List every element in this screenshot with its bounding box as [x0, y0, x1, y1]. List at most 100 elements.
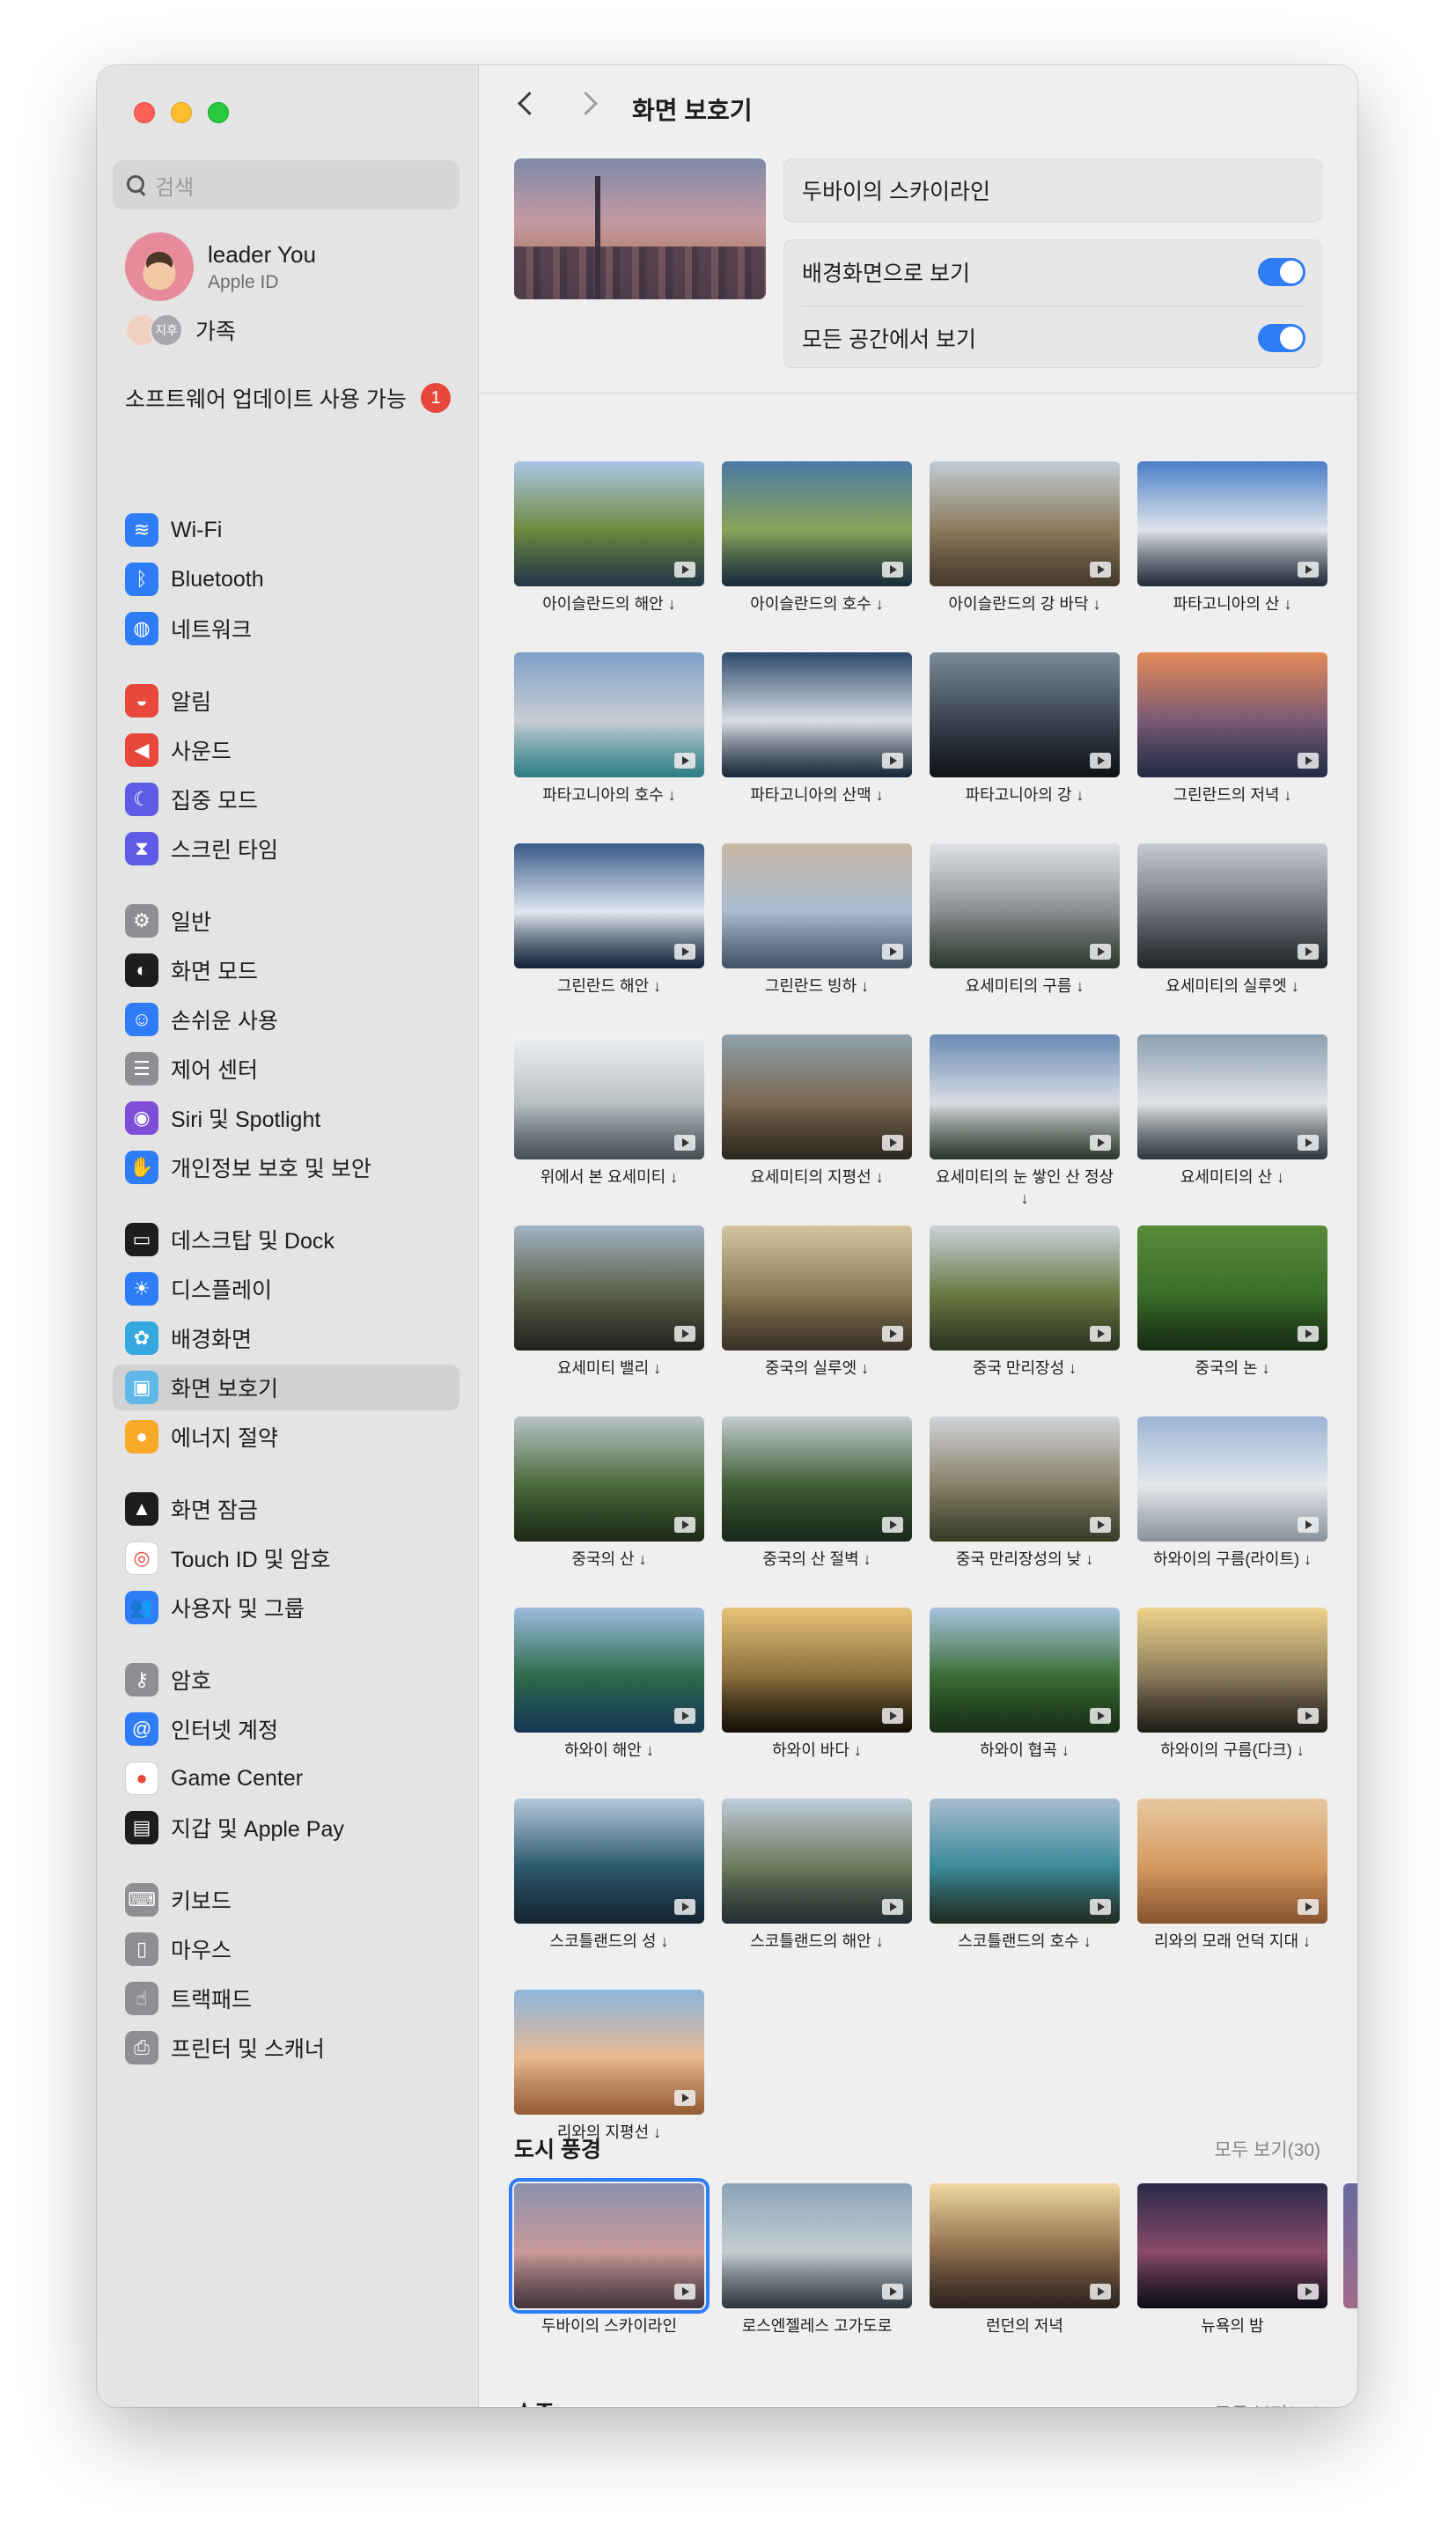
screensaver-thumbnail[interactable] [514, 461, 704, 586]
landscape-item[interactable]: 아이슬란드의 강 바닥 ↓ [930, 461, 1120, 615]
landscape-item[interactable]: 리와의 모래 언덕 지대 ↓ [1137, 1799, 1327, 1952]
screensaver-thumbnail[interactable] [930, 1799, 1120, 1924]
screensaver-thumbnail[interactable] [509, 2178, 710, 2314]
screensaver-thumbnail[interactable] [930, 1034, 1120, 1159]
apple-id-profile[interactable]: leader You Apple ID [125, 232, 316, 301]
screensaver-thumbnail[interactable] [1137, 1608, 1327, 1733]
screensaver-thumbnail[interactable] [514, 843, 704, 968]
back-button[interactable] [514, 92, 537, 114]
screensaver-thumbnail[interactable] [722, 652, 912, 777]
cityscape-item[interactable]: 뉴욕의 밤 [1137, 2183, 1327, 2337]
sidebar-item-12[interactable]: ✋ 개인정보 보호 및 보안 [113, 1144, 460, 1190]
sidebar-item-6[interactable]: ⧗ 스크린 타임 [113, 826, 460, 872]
zoom-button[interactable] [208, 102, 229, 123]
screensaver-thumbnail[interactable] [930, 461, 1120, 586]
sidebar-item-family[interactable]: 지후 가족 [125, 313, 236, 347]
close-button[interactable] [134, 102, 155, 123]
screensaver-thumbnail[interactable] [514, 1990, 704, 2115]
landscape-item[interactable]: 그린란드 해안 ↓ [514, 843, 704, 997]
see-all-cityscape-link[interactable]: 모두 보기(30) [1215, 2136, 1320, 2162]
screensaver-thumbnail[interactable] [514, 1225, 704, 1350]
landscape-item[interactable]: 하와이의 구름(다크) ↓ [1137, 1608, 1327, 1761]
landscape-item[interactable]: 스코틀랜드의 호수 ↓ [930, 1799, 1120, 1952]
screensaver-thumbnail[interactable] [722, 461, 912, 586]
screensaver-thumbnail[interactable] [722, 1799, 912, 1924]
landscape-item[interactable]: 파타고니아의 호수 ↓ [514, 652, 704, 806]
sidebar-item-17[interactable]: ● 에너지 절약 [113, 1414, 460, 1460]
screensaver-thumbnail[interactable] [722, 1608, 912, 1733]
landscape-item[interactable]: 파타고니아의 산맥 ↓ [722, 652, 912, 806]
screensaver-thumbnail[interactable] [514, 1799, 704, 1924]
screensaver-thumbnail[interactable] [1137, 2183, 1327, 2308]
landscape-item[interactable]: 하와이 협곡 ↓ [930, 1608, 1120, 1761]
screensaver-thumbnail[interactable] [514, 1608, 704, 1733]
search-input[interactable]: 검색 [113, 160, 460, 210]
landscape-item[interactable]: 중국 만리장성 ↓ [930, 1225, 1120, 1379]
landscape-item[interactable]: 파타고니아의 강 ↓ [930, 652, 1120, 806]
screensaver-thumbnail[interactable] [930, 1225, 1120, 1350]
see-all-underwater-link[interactable]: 모두 보기(21) [1215, 2400, 1320, 2407]
landscape-item[interactable]: 요세미티 밸리 ↓ [514, 1225, 704, 1379]
screensaver-thumbnail[interactable] [930, 652, 1120, 777]
screensaver-thumbnail[interactable] [722, 1034, 912, 1159]
screensaver-thumbnail[interactable] [930, 1417, 1120, 1542]
landscape-item[interactable]: 요세미티의 산 ↓ [1137, 1034, 1327, 1188]
sidebar-item-26[interactable]: ▯ 마우스 [113, 1926, 460, 1972]
sidebar-item-3[interactable]: ◒ 알림 [113, 678, 460, 724]
sidebar-item-9[interactable]: ☺ 손쉬운 사용 [113, 997, 460, 1042]
screensaver-thumbnail[interactable] [514, 1034, 704, 1159]
screensaver-thumbnail[interactable] [930, 1608, 1120, 1733]
sidebar-item-10[interactable]: ☰ 제어 센터 [113, 1046, 460, 1092]
sidebar-item-11[interactable]: ◉ Siri 및 Spotlight [113, 1095, 460, 1141]
landscape-item[interactable]: 아이슬란드의 해안 ↓ [514, 461, 704, 615]
forward-button[interactable] [577, 92, 600, 114]
cityscape-overflow-thumb[interactable] [1343, 2183, 1357, 2308]
sidebar-item-19[interactable]: ◎ Touch ID 및 암호 [113, 1535, 460, 1581]
sidebar-item-7[interactable]: ⚙ 일반 [113, 898, 460, 944]
sidebar-item-2[interactable]: ◍ 네트워크 [113, 606, 460, 651]
sidebar-item-25[interactable]: ⌨ 키보드 [113, 1877, 460, 1923]
landscape-item[interactable]: 중국의 실루엣 ↓ [722, 1225, 912, 1379]
sidebar-item-22[interactable]: @ 인터넷 계정 [113, 1706, 460, 1752]
minimize-button[interactable] [171, 102, 192, 123]
landscape-item[interactable]: 스코틀랜드의 해안 ↓ [722, 1799, 912, 1952]
sidebar-item-21[interactable]: ⚷ 암호 [113, 1657, 460, 1703]
sidebar-item-24[interactable]: ▤ 지갑 및 Apple Pay [113, 1805, 460, 1851]
landscape-item[interactable]: 요세미티의 지평선 ↓ [722, 1034, 912, 1188]
screensaver-thumbnail[interactable] [722, 2183, 912, 2308]
screensaver-thumbnail[interactable] [722, 1225, 912, 1350]
screensaver-thumbnail[interactable] [1137, 843, 1327, 968]
screensaver-thumbnail[interactable] [1137, 461, 1327, 586]
screensaver-thumbnail[interactable] [1137, 652, 1327, 777]
sidebar-item-8[interactable]: ◐ 화면 모드 [113, 947, 460, 993]
landscape-item[interactable]: 리와의 지평선 ↓ [514, 1990, 704, 2143]
screensaver-thumbnail[interactable] [722, 843, 912, 968]
sidebar-item-27[interactable]: ☝ 트랙패드 [113, 1976, 460, 2021]
landscape-item[interactable]: 중국의 산 ↓ [514, 1417, 704, 1570]
software-update-item[interactable]: 소프트웨어 업데이트 사용 가능 1 [125, 382, 451, 414]
sidebar-item-13[interactable]: ▭ 데스크탑 및 Dock [113, 1217, 460, 1262]
landscape-item[interactable]: 하와이 해안 ↓ [514, 1608, 704, 1761]
sidebar-item-23[interactable]: ● Game Center [113, 1755, 460, 1801]
all-spaces-toggle[interactable] [1258, 323, 1305, 352]
landscape-item[interactable]: 하와이의 구름(라이트) ↓ [1137, 1417, 1327, 1570]
screensaver-thumbnail[interactable] [1137, 1034, 1327, 1159]
cityscape-item[interactable]: 두바이의 스카이라인 [509, 2178, 710, 2337]
screensaver-thumbnail[interactable] [930, 2183, 1120, 2308]
sidebar-item-1[interactable]: ᛒ Bluetooth [113, 556, 460, 602]
screensaver-thumbnail[interactable] [514, 1417, 704, 1542]
screensaver-thumbnail[interactable] [1137, 1417, 1327, 1542]
screensaver-thumbnail[interactable] [1137, 1799, 1327, 1924]
sidebar-item-28[interactable]: ⎙ 프린터 및 스캐너 [113, 2025, 460, 2071]
sidebar-item-16[interactable]: ▣ 화면 보호기 [113, 1365, 460, 1410]
landscape-item[interactable]: 중국의 논 ↓ [1137, 1225, 1327, 1379]
landscape-item[interactable]: 요세미티의 실루엣 ↓ [1137, 843, 1327, 997]
landscape-item[interactable]: 스코틀랜드의 성 ↓ [514, 1799, 704, 1952]
cityscape-item[interactable]: 로스엔젤레스 고가도로 [722, 2183, 912, 2337]
sidebar-item-20[interactable]: 👥 사용자 및 그룹 [113, 1585, 460, 1630]
screensaver-thumbnail[interactable] [514, 652, 704, 777]
cityscape-item[interactable]: 런던의 저녁 [930, 2183, 1120, 2337]
landscape-item[interactable]: 파타고니아의 산 ↓ [1137, 461, 1327, 615]
sidebar-item-4[interactable]: ◀ 사운드 [113, 727, 460, 773]
landscape-item[interactable]: 그린란드의 저녁 ↓ [1137, 652, 1327, 806]
